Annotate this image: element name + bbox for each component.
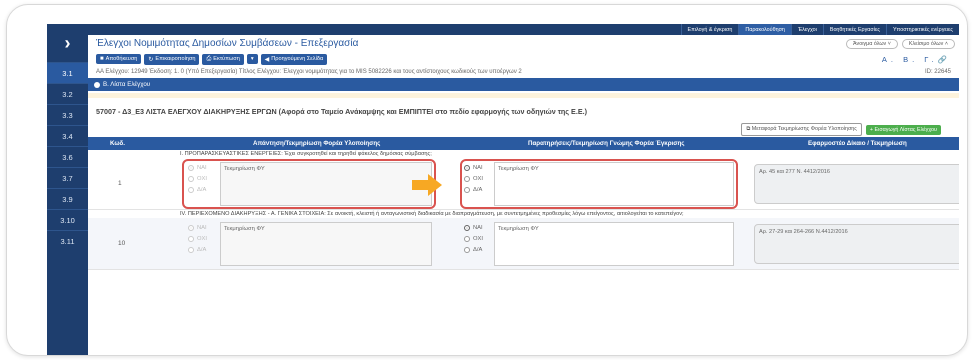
- abc-label: Α. Β. Γ.: [881, 54, 938, 64]
- rail-item[interactable]: 3.7: [47, 167, 88, 188]
- highlight-box-fy: [182, 159, 436, 209]
- refresh-button[interactable]: ↻ Επικαιροποίηση: [144, 53, 200, 65]
- audit-id: ID: 22645: [924, 69, 951, 75]
- rail-item[interactable]: 3.6: [47, 146, 88, 167]
- print-icon: ⎙: [206, 55, 212, 62]
- col-law: Εφαρμοστέο Δίκαιο / Τεκμηρίωση: [808, 140, 907, 147]
- rail-item[interactable]: 3.4: [47, 125, 88, 146]
- transfer-label: Μεταφορά Τεκμηρίωσης Φορέα Υλοποίησης: [751, 126, 857, 132]
- radio-no[interactable]: ΟΧΙ: [188, 233, 218, 244]
- print-dropdown-button[interactable]: ▾: [246, 54, 258, 64]
- import-checklist-button[interactable]: + Εισαγωγή Λίστας Ελέγχου: [865, 124, 941, 135]
- radio-yes[interactable]: ΝΑΙ: [188, 222, 218, 233]
- audit-meta-text: ΑΑ Ελέγχου: 12949 Έκδοση: 1. 0 (Υπό Επεξ…: [96, 69, 522, 75]
- print-button[interactable]: ⎙ Εκτύπωση: [202, 53, 244, 65]
- caret-down-icon: ▾: [250, 56, 254, 62]
- prev-page-button[interactable]: ◀ Προηγούμενη Σελίδα: [260, 53, 328, 65]
- screenshot-frame: › 3.1 3.2 3.3 3.4 3.6 3.7 3.9 3.10 3.11 …: [6, 4, 968, 356]
- radio-circle: [464, 224, 470, 231]
- radio-label: Δ/Α: [197, 246, 207, 253]
- nav-support-actions[interactable]: Υποστηρικτικές ενέργειες: [885, 24, 959, 35]
- notice-strip: [88, 93, 959, 98]
- page-title: Έλεγχοι Νομιμότητας Δημοσίων Συμβάσεων -…: [96, 38, 359, 49]
- radio-circle: [464, 246, 470, 253]
- group-row: IV. ΠΕΡΙΕΧΟΜΕΝΟ ΔΙΑΚΗΡΥΞΗΣ - Α. ΓΕΝΙΚΑ Σ…: [180, 211, 684, 217]
- chevron-up-icon: ˄: [944, 40, 948, 47]
- highlight-box-fe: [460, 159, 738, 209]
- transfer-documentation-button[interactable]: ⧉ Μεταφορά Τεκμηρίωσης Φορέα Υλοποίησης: [741, 123, 862, 136]
- rail-item[interactable]: 3.10: [47, 209, 88, 230]
- radio-circle: [188, 224, 194, 231]
- rail-item[interactable]: 3.2: [47, 83, 88, 104]
- audit-meta: ΑΑ Ελέγχου: 12949 Έκδοση: 1. 0 (Υπό Επεξ…: [88, 66, 959, 78]
- arrow-right-icon: [412, 174, 442, 196]
- col-fe-remarks: Παρατηρήσεις/Τεκμηρίωση Γνώμης Φορέα Έγκ…: [528, 140, 685, 147]
- table-row: 1 ΝΑΙ ΟΧΙ Δ/Α Τεκμηρίωση ΦΥ ΝΑΙ ΟΧΙ Δ/Α …: [88, 158, 959, 210]
- rail-item[interactable]: 3.9: [47, 188, 88, 209]
- link-icon[interactable]: 🔗: [938, 55, 951, 64]
- expand-rail-icon[interactable]: ›: [47, 24, 88, 62]
- plus-icon: +: [869, 126, 874, 133]
- radio-yes[interactable]: ΝΑΙ: [464, 222, 494, 233]
- nav-monitoring[interactable]: Παρακολούθηση: [738, 24, 791, 35]
- left-rail: › 3.1 3.2 3.3 3.4 3.6 3.7 3.9 3.10 3.11: [47, 24, 88, 355]
- import-label: Εισαγωγή Λίστας Ελέγχου: [874, 126, 937, 133]
- table-row: 10 ΝΑΙ ΟΧΙ Δ/Α Τεκμηρίωση ΦΥ ΝΑΙ ΟΧΙ Δ/Α…: [88, 218, 959, 270]
- radio-label: ΝΑΙ: [197, 224, 207, 231]
- close-all-button[interactable]: Κλείσιμο όλων ˄: [901, 38, 955, 49]
- section-header[interactable]: Β. Λίστα Ελέγχου: [88, 78, 959, 91]
- table-header: Κωδ. Απάντηση/Τεκμηρίωση Φορέα Υλοποίηση…: [88, 137, 959, 150]
- rail-item[interactable]: 3.1: [47, 62, 88, 83]
- print-label: Εκτύπωση: [213, 56, 240, 62]
- refresh-label: Επικαιροποίηση: [155, 56, 196, 62]
- title-bar: Έλεγχοι Νομιμότητας Δημοσίων Συμβάσεων -…: [88, 35, 959, 52]
- save-button[interactable]: ■ Αποθήκευση: [96, 54, 142, 64]
- save-label: Αποθήκευση: [105, 56, 138, 62]
- radio-label: ΝΑΙ: [473, 224, 483, 231]
- radio-no[interactable]: ΟΧΙ: [464, 233, 494, 244]
- radio-circle: [188, 246, 194, 253]
- app-window: › 3.1 3.2 3.3 3.4 3.6 3.7 3.9 3.10 3.11 …: [47, 24, 959, 355]
- rail-item[interactable]: 3.3: [47, 104, 88, 125]
- close-all-label: Κλείσιμο όλων: [908, 40, 944, 47]
- nav-auxiliary-tasks[interactable]: Βοηθητικές Εργασίες: [822, 24, 886, 35]
- nav-selection-approval[interactable]: Επιλογή & έγκριση: [680, 24, 739, 35]
- toolbar: ■ Αποθήκευση ↻ Επικαιροποίηση ⎙ Εκτύπωση ▾ …: [88, 52, 959, 66]
- main-content: Έλεγχοι Νομιμότητας Δημοσίων Συμβάσεων -…: [88, 35, 959, 355]
- prev-page-label: Προηγούμενη Σελίδα: [271, 56, 324, 62]
- open-all-label: Άνοιγμα όλων: [853, 40, 887, 47]
- open-all-button[interactable]: Άνοιγμα όλων ˅: [846, 38, 898, 49]
- radio-na[interactable]: Δ/Α: [464, 244, 494, 255]
- chevron-down-icon: ˅: [887, 40, 891, 47]
- row-code: 10: [118, 240, 126, 247]
- col-code: Κωδ.: [110, 140, 126, 147]
- radio-circle: [188, 235, 194, 242]
- group-row: I. ΠΡΟΠΑΡΑΣΚΕΥΑΣΤΙΚΕΣ ΕΝΕΡΓΕΙΕΣ: Έχει συ…: [180, 151, 432, 157]
- law-field: Αρ. 45 και 277 Ν. 4412/2016: [754, 164, 959, 204]
- copy-icon: ⧉: [746, 126, 751, 132]
- radio-label: Δ/Α: [473, 246, 483, 253]
- top-nav: Επιλογή & έγκριση Παρακολούθηση Έλεγχοι …: [88, 24, 959, 35]
- col-fy-answer: Απάντηση/Τεκμηρίωση Φορέα Υλοποίησης: [253, 140, 381, 147]
- law-field: Αρ. 27-29 και 264-266 Ν.4412/2016: [754, 224, 959, 264]
- abc-tabs[interactable]: Α. Β. Γ.🔗: [882, 55, 959, 64]
- rail-item[interactable]: 3.11: [47, 230, 88, 251]
- radio-circle: [464, 235, 470, 242]
- refresh-icon: ↻: [148, 56, 154, 63]
- checklist-actions: ⧉ Μεταφορά Τεκμηρίωσης Φορέα Υλοποίησης …: [88, 122, 959, 137]
- fy-documentation-field[interactable]: Τεκμηρίωση ΦΥ: [220, 222, 432, 266]
- fe-remarks-field[interactable]: Τεκμηρίωση ΦΥ: [494, 222, 734, 266]
- collapse-dot-icon: [94, 81, 100, 88]
- back-icon: ◀: [264, 56, 270, 63]
- radio-label: ΟΧΙ: [197, 235, 207, 242]
- nav-audits[interactable]: Έλεγχοι: [790, 24, 823, 35]
- row-code: 1: [118, 180, 122, 187]
- save-icon: ■: [100, 56, 104, 62]
- checklist-title: 57007 - Δ3_Ε3 ΛΙΣΤΑ ΕΛΕΓΧΟΥ ΔΙΑΚΗΡΥΞΗΣ Ε…: [96, 106, 588, 116]
- radio-label: ΟΧΙ: [473, 235, 483, 242]
- radio-na[interactable]: Δ/Α: [188, 244, 218, 255]
- fy-radio-group: ΝΑΙ ΟΧΙ Δ/Α: [188, 222, 218, 255]
- fe-radio-group: ΝΑΙ ΟΧΙ Δ/Α: [464, 222, 494, 255]
- section-title: Β. Λίστα Ελέγχου: [103, 81, 151, 88]
